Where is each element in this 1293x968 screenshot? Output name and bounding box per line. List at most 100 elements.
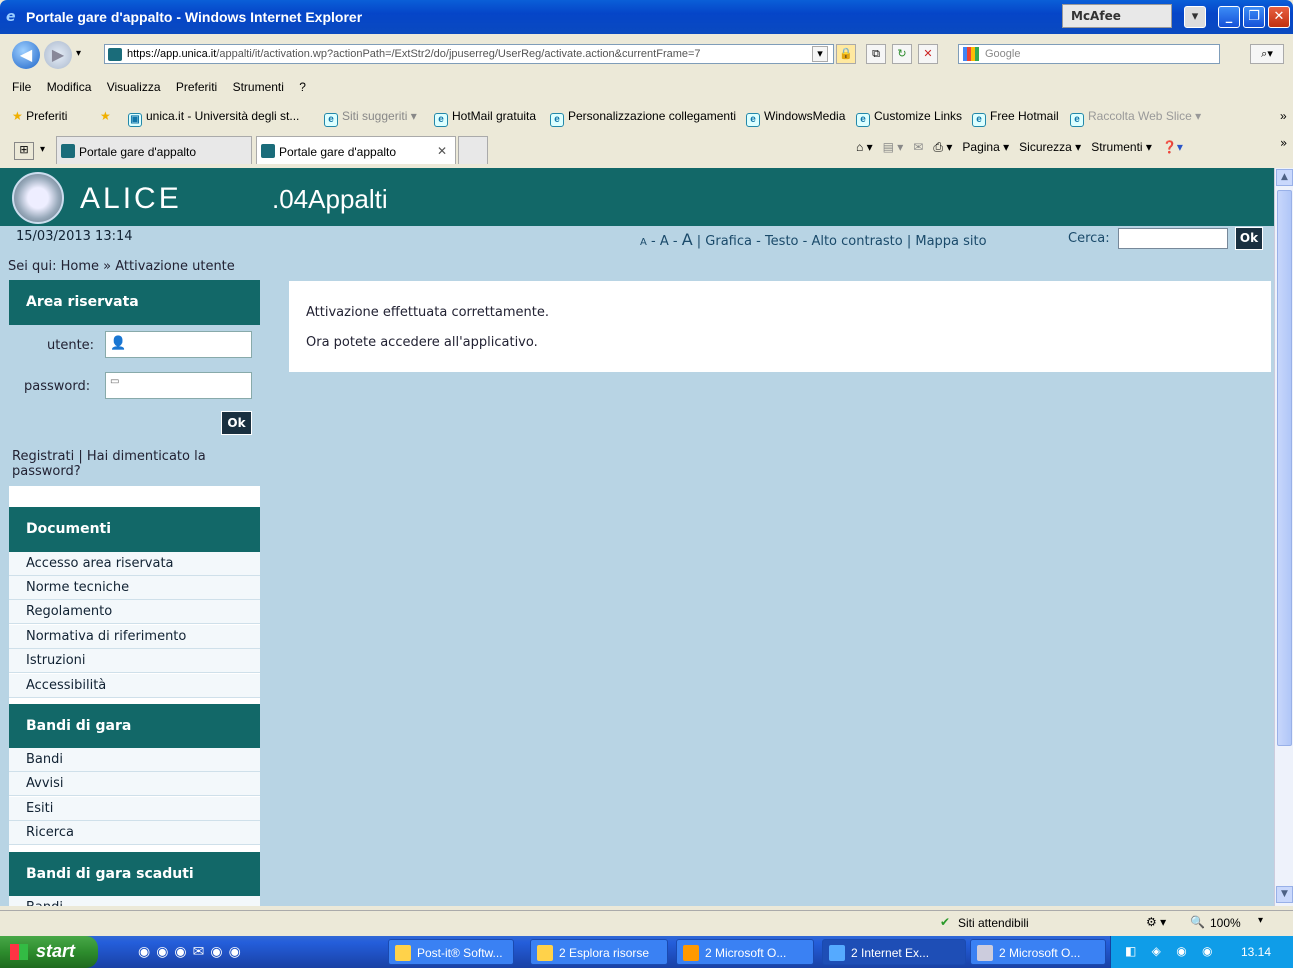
menu-regolamento[interactable]: Regolamento <box>9 600 260 624</box>
security-zone[interactable]: Siti attendibili <box>958 916 1029 930</box>
favorites-button[interactable]: ★ Preferiti <box>12 109 67 123</box>
scrollbar-thumb[interactable] <box>1277 190 1292 746</box>
menu-visualizza[interactable]: Visualizza <box>107 80 161 94</box>
menu-preferiti[interactable]: Preferiti <box>176 80 217 94</box>
fav-web-slice[interactable]: e Raccolta Web Slice ▾ <box>1070 109 1201 127</box>
menu-file[interactable]: File <box>12 80 31 94</box>
menu-esiti[interactable]: Esiti <box>9 797 260 821</box>
zoom-icon[interactable]: 🔍 <box>1190 915 1205 929</box>
stop-icon[interactable]: ✕ <box>918 44 938 64</box>
scroll-down-icon[interactable]: ▼ <box>1276 886 1293 903</box>
taskbar-postit[interactable]: Post-it® Softw... <box>388 939 514 965</box>
scroll-up-icon[interactable]: ▲ <box>1276 169 1293 186</box>
mcafee-button[interactable]: McAfee <box>1062 4 1172 28</box>
style-links[interactable]: Grafica - Testo - Alto contrasto | Mappa… <box>705 234 986 249</box>
menu-bandi-scaduti[interactable]: Bandi <box>9 896 260 906</box>
minimize-button[interactable]: _ <box>1218 6 1240 28</box>
font-medium-link[interactable]: A <box>660 234 669 249</box>
fav-unica[interactable]: ▣ unica.it - Università degli st... <box>128 109 299 127</box>
chevron-right-icon[interactable]: » <box>1280 136 1287 150</box>
address-dropdown-icon[interactable]: ▾ <box>812 46 828 62</box>
password-input[interactable]: ▭ <box>105 372 252 399</box>
print-icon[interactable]: ⎙ ▾ <box>933 140 952 154</box>
system-tray: ◧ ◈ ◉ ◉ 13.14 <box>1110 936 1293 968</box>
menu-norme-tecniche[interactable]: Norme tecniche <box>9 576 260 600</box>
cerca-ok-button[interactable]: Ok <box>1235 227 1263 250</box>
history-dropdown-icon[interactable]: ▾ <box>76 48 81 59</box>
menu-istruzioni[interactable]: Istruzioni <box>9 649 260 673</box>
refresh-icon[interactable]: ↻ <box>892 44 912 64</box>
zoom-level[interactable]: 100% <box>1210 916 1241 930</box>
chevron-right-icon[interactable]: » <box>1280 109 1287 123</box>
tray-icons[interactable]: ◧ ◈ ◉ ◉ <box>1125 944 1219 958</box>
back-button[interactable]: ◀ <box>12 41 40 69</box>
strumenti-menu[interactable]: Strumenti ▾ <box>1091 140 1152 154</box>
fav-customize-links[interactable]: e Customize Links <box>856 109 962 127</box>
start-button[interactable]: start <box>0 936 98 968</box>
tab-label: Portale gare d'appalto <box>79 145 197 159</box>
university-seal-logo[interactable] <box>12 172 64 224</box>
address-input[interactable]: https://app.unica.it/appalti/it/activati… <box>104 44 834 64</box>
help-icon[interactable]: ❓▾ <box>1162 140 1183 154</box>
cerca-input[interactable] <box>1118 228 1228 249</box>
fav-personalizzazione[interactable]: e Personalizzazione collegamenti <box>550 109 736 127</box>
zoom-dropdown-icon[interactable]: ▾ <box>1258 915 1263 926</box>
lock-icon[interactable]: 🔒 <box>836 44 856 64</box>
sicurezza-menu[interactable]: Sicurezza ▾ <box>1019 140 1081 154</box>
close-tab-icon[interactable]: ✕ <box>437 144 447 158</box>
menu-accesso-area-riservata[interactable]: Accesso area riservata <box>9 552 260 576</box>
add-favorite-icon[interactable]: ★ <box>100 109 111 123</box>
new-tab-button[interactable] <box>458 136 488 164</box>
menu-strumenti[interactable]: Strumenti <box>233 80 284 94</box>
fav-siti-suggeriti[interactable]: e Siti suggeriti ▾ <box>324 109 417 127</box>
menu-ricerca[interactable]: Ricerca <box>9 821 260 845</box>
breadcrumb: Sei qui: Home » Attivazione utente <box>8 259 235 274</box>
menu-modifica[interactable]: Modifica <box>47 80 92 94</box>
google-icon <box>963 47 979 61</box>
feeds-icon[interactable]: ▤ ▾ <box>883 140 904 154</box>
tab-list-dropdown-icon[interactable]: ▾ <box>40 144 45 155</box>
taskbar: start ◉◉◉✉◉◉ Post-it® Softw... 2 Esplora… <box>0 936 1293 968</box>
taskbar-internet-explorer[interactable]: 2 Internet Ex... <box>822 939 966 965</box>
mcafee-dropdown-icon[interactable]: ▾ <box>1184 6 1206 28</box>
taskbar-microsoft-1[interactable]: 2 Microsoft O... <box>676 939 814 965</box>
app-icon <box>977 945 993 961</box>
protected-mode-icon[interactable]: ⚙ ▾ <box>1146 915 1166 929</box>
register-forgot-links[interactable]: Registrati | Hai dimenticato la password… <box>12 449 252 479</box>
search-input[interactable]: Google <box>958 44 1220 64</box>
menu-normativa[interactable]: Normativa di riferimento <box>9 625 260 649</box>
accessibility-links: A - A - A | Grafica - Testo - Alto contr… <box>640 230 987 249</box>
bandi-scaduti-heading: Bandi di gara scaduti <box>9 852 260 897</box>
tab-portale-1[interactable]: Portale gare d'appalto <box>56 136 252 164</box>
compatibility-icon[interactable]: ⧉ <box>866 44 886 64</box>
fav-windowsmedia[interactable]: e WindowsMedia <box>746 109 845 127</box>
fav-free-hotmail[interactable]: e Free Hotmail <box>972 109 1059 127</box>
favorites-label: Preferiti <box>26 109 68 123</box>
quick-launch-icons[interactable]: ◉◉◉✉◉◉ <box>138 943 247 960</box>
fav-windowsmedia-label: WindowsMedia <box>764 109 846 123</box>
font-small-link[interactable]: A <box>640 237 647 248</box>
vertical-scrollbar[interactable]: ▲ ▼ <box>1274 168 1293 906</box>
login-ok-button[interactable]: Ok <box>221 411 252 435</box>
pagina-menu[interactable]: Pagina ▾ <box>962 140 1009 154</box>
menu-accessibilita[interactable]: Accessibilità <box>9 674 260 698</box>
forward-button[interactable]: ▶ <box>44 41 72 69</box>
tab-portale-2[interactable]: Portale gare d'appalto ✕ <box>256 136 456 164</box>
menu-bandi[interactable]: Bandi <box>9 748 260 772</box>
fav-hotmail[interactable]: e HotMail gratuita <box>434 109 536 127</box>
ie-icon: e <box>6 9 16 25</box>
window-title-bar[interactable]: e Portale gare d'appalto - Windows Inter… <box>0 0 1293 34</box>
clock[interactable]: 13.14 <box>1241 945 1271 959</box>
home-icon[interactable]: ⌂ ▾ <box>856 140 873 154</box>
close-button[interactable]: ✕ <box>1268 6 1290 28</box>
utente-input[interactable]: 👤 <box>105 331 252 358</box>
menu-avvisi[interactable]: Avvisi <box>9 772 260 796</box>
taskbar-microsoft-2[interactable]: 2 Microsoft O... <box>970 939 1106 965</box>
font-large-link[interactable]: A <box>682 230 693 249</box>
quick-tabs-icon[interactable]: ⊞ <box>14 142 34 160</box>
menu-help[interactable]: ? <box>299 80 306 94</box>
search-icon[interactable]: ⌕▾ <box>1250 44 1284 64</box>
mail-icon[interactable]: ✉ <box>913 140 923 154</box>
taskbar-esplora[interactable]: 2 Esplora risorse <box>530 939 668 965</box>
maximize-button[interactable]: ❐ <box>1243 6 1265 28</box>
